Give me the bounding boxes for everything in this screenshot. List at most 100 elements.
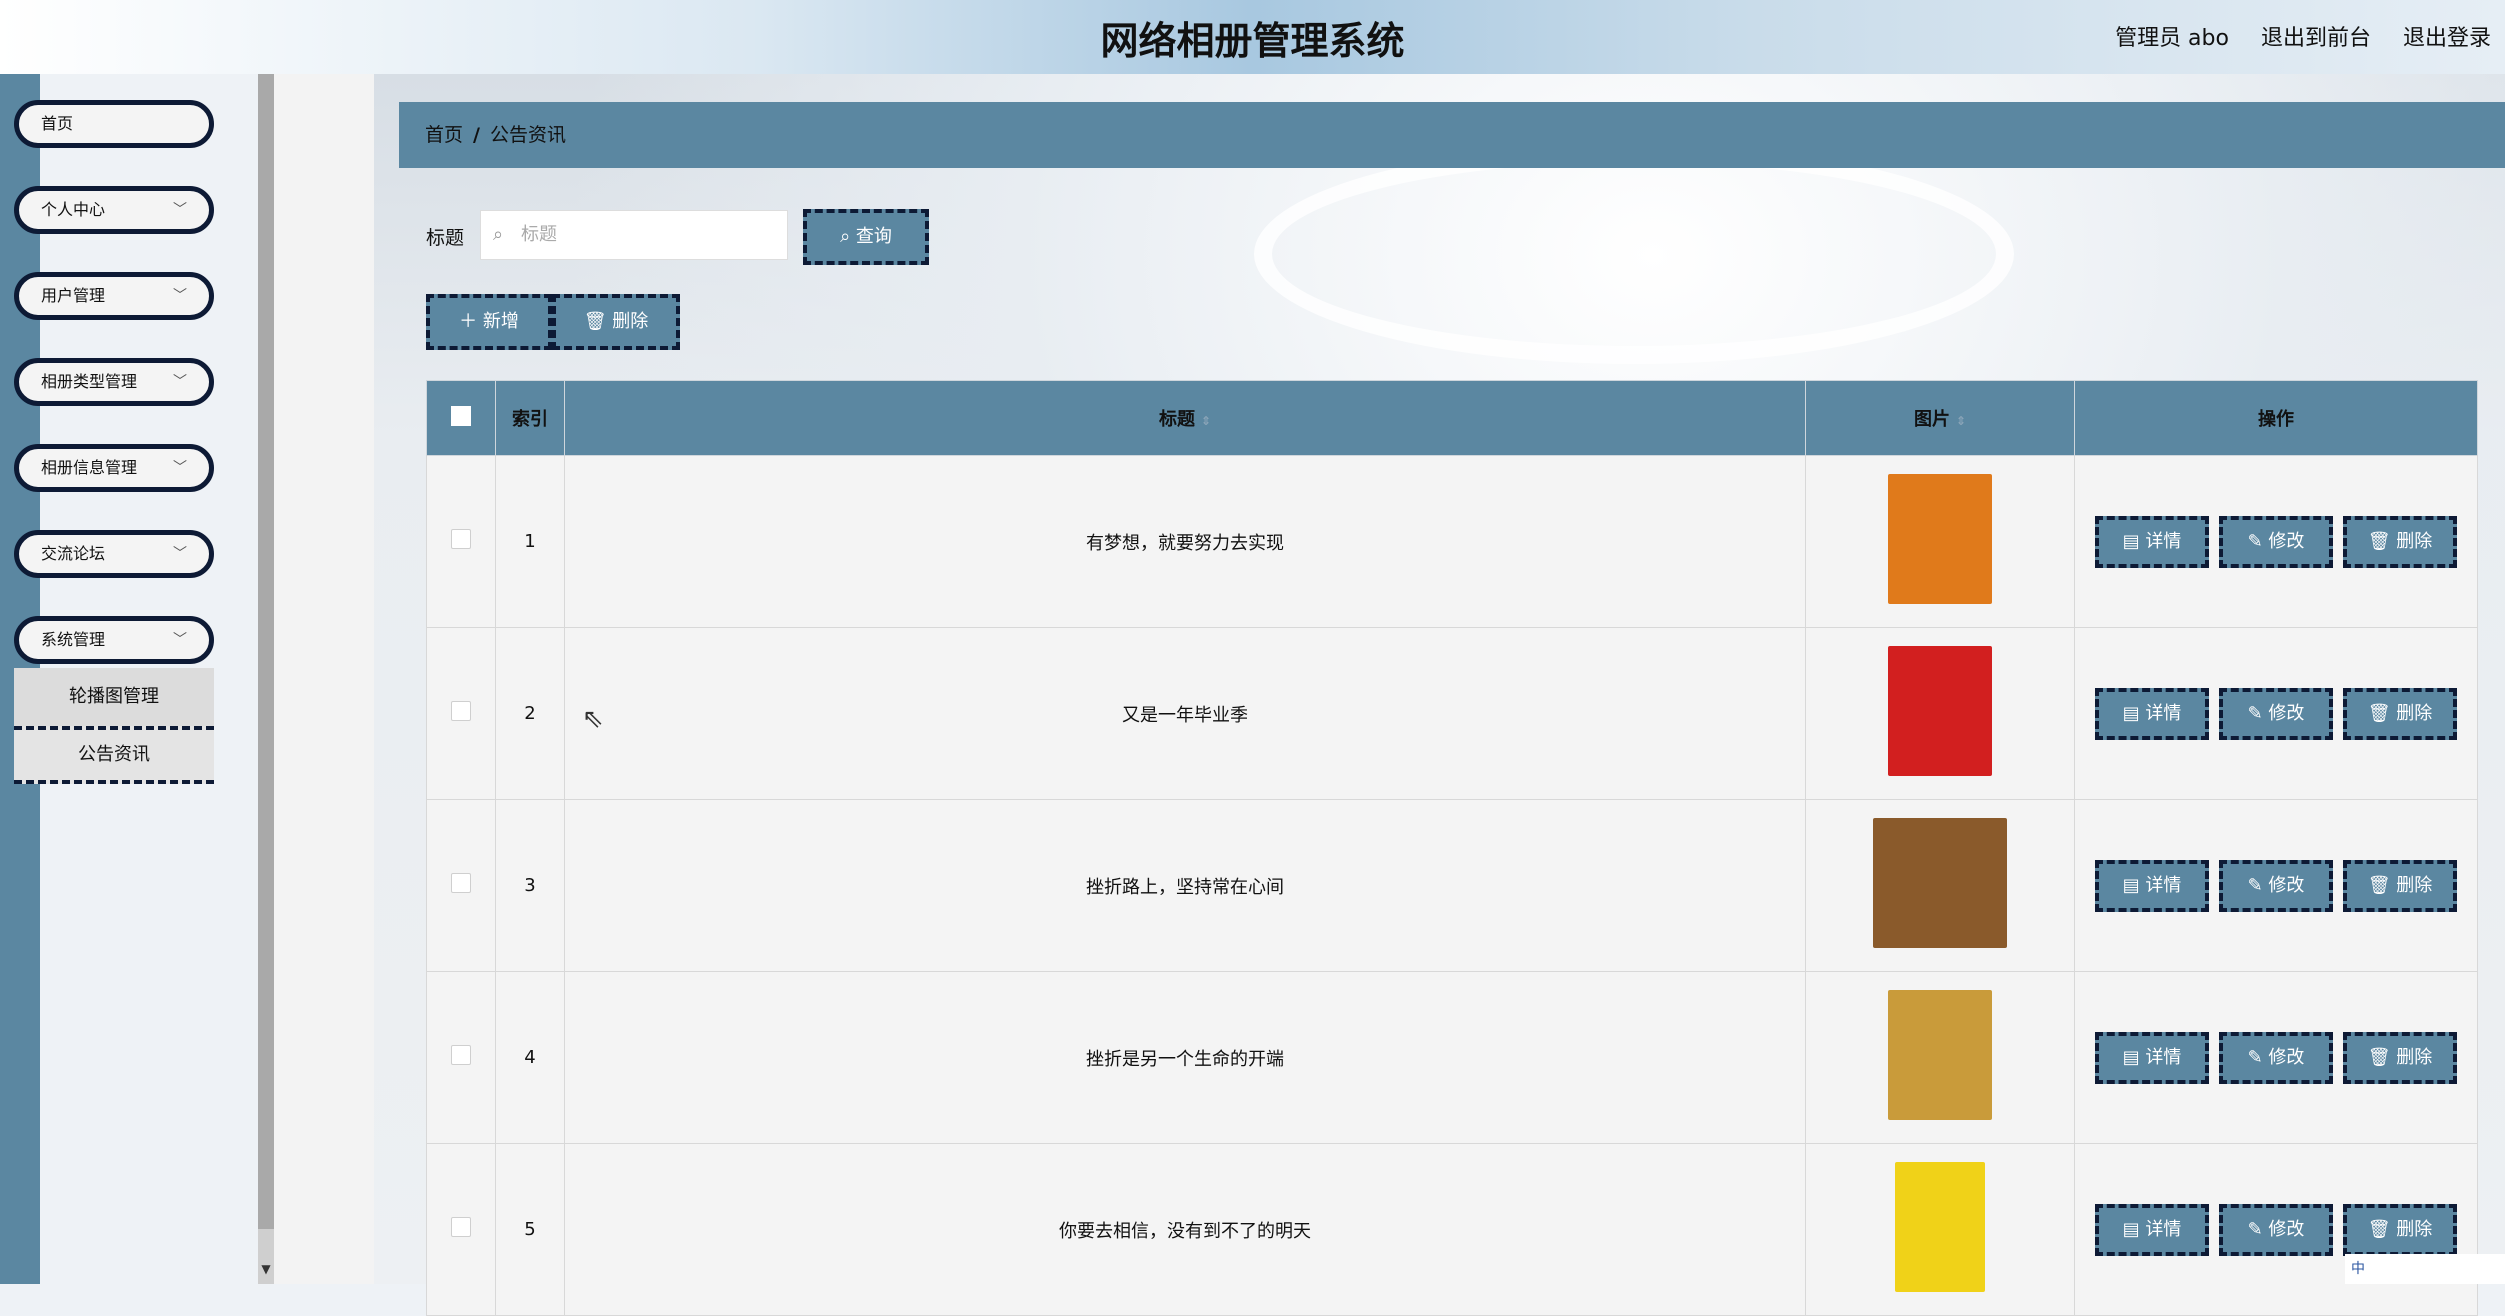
delete-button[interactable]: 🗑 删除 (2343, 1203, 2457, 1256)
chevron-down-icon: ﹀ (173, 288, 187, 304)
row-ops: ▤ 详情 ✎ 修改 🗑 删除 (2074, 455, 2478, 628)
sidebar-item-album-type-management[interactable]: 相册类型管理 ﹀ (14, 358, 214, 406)
delete-button[interactable]: 🗑 删除 (2343, 859, 2457, 912)
edit-button[interactable]: ✎ 修改 (2219, 1203, 2333, 1256)
table-row: 5 你要去相信，没有到不了的明天 ▤ 详情 ✎ 修改 🗑 删除 (426, 1143, 2478, 1316)
row-thumbnail[interactable] (1895, 1162, 1985, 1292)
delete-button[interactable]: 🗑 删除 (2343, 1031, 2457, 1084)
table-header-row: 索引 标题 ⇕ 图片 ⇕ 操作 (426, 380, 2478, 456)
row-ops: ▤ 详情 ✎ 修改 🗑 删除 (2074, 627, 2478, 800)
edit-label: 修改 (2268, 702, 2305, 724)
delete-label: 删除 (2396, 702, 2433, 724)
search-input[interactable]: ⌕ 标题 (480, 210, 788, 260)
edit-button[interactable]: ✎ 修改 (2219, 687, 2333, 740)
delete-label: 删除 (2396, 1046, 2433, 1068)
edit-button[interactable]: ✎ 修改 (2219, 1031, 2333, 1084)
sidebar-item-label: 相册信息管理 (41, 458, 138, 477)
current-user[interactable]: 管理员 abo (2115, 20, 2229, 52)
sidebar-item-label: 相册类型管理 (41, 372, 138, 391)
row-select-cell (426, 1143, 496, 1316)
sidebar-item-user-management[interactable]: 用户管理 ﹀ (14, 272, 214, 320)
detail-label: 详情 (2145, 1046, 2182, 1068)
edit-label: 修改 (2268, 530, 2305, 552)
row-select-cell (426, 971, 496, 1144)
batch-delete-button[interactable]: 🗑 删除 (552, 294, 680, 350)
row-image-cell (1805, 627, 2075, 800)
row-ops: ▤ 详情 ✎ 修改 🗑 删除 (2074, 799, 2478, 972)
row-image-cell (1805, 971, 2075, 1144)
sort-icon[interactable]: ⇕ (1201, 414, 1211, 428)
sidebar-item-system-management[interactable]: 系统管理 ﹀ (14, 616, 214, 664)
sidebar-item-label: 个人中心 (41, 200, 106, 219)
logout-link[interactable]: 退出登录 (2403, 20, 2491, 52)
delete-label: 删除 (2396, 874, 2433, 896)
table-row: 1 有梦想，就要努力去实现 ▤ 详情 ✎ 修改 🗑 删除 (426, 455, 2478, 628)
sidebar-scroll-thumb[interactable] (258, 74, 274, 1229)
detail-button[interactable]: ▤ 详情 (2095, 515, 2209, 568)
delete-button[interactable]: 🗑 删除 (2343, 687, 2457, 740)
sidebar-item-forum[interactable]: 交流论坛 ﹀ (14, 530, 214, 578)
row-checkbox[interactable] (451, 873, 471, 893)
row-image-cell (1805, 455, 2075, 628)
sidebar-subitem-announcements[interactable]: 公告资讯 (14, 726, 214, 784)
sidebar-item-album-info-management[interactable]: 相册信息管理 ﹀ (14, 444, 214, 492)
scroll-down-arrow-icon[interactable]: ▼ (258, 1262, 274, 1284)
edit-button[interactable]: ✎ 修改 (2219, 859, 2333, 912)
add-button[interactable]: ＋ 新增 (426, 294, 552, 350)
breadcrumb-home[interactable]: 首页 (425, 124, 463, 146)
query-button[interactable]: ⌕ 查询 (803, 209, 929, 265)
row-thumbnail[interactable] (1888, 646, 1992, 776)
add-button-label: 新增 (482, 311, 519, 332)
chevron-down-icon: ﹀ (173, 202, 187, 218)
row-select-cell (426, 799, 496, 972)
chevron-down-icon: ﹀ (173, 460, 187, 476)
detail-button[interactable]: ▤ 详情 (2095, 1203, 2209, 1256)
row-select-cell (426, 455, 496, 628)
sidebar-item-home[interactable]: 首页 (14, 100, 214, 148)
edit-label: 修改 (2268, 1218, 2305, 1240)
row-ops: ▤ 详情 ✎ 修改 🗑 删除 (2074, 971, 2478, 1144)
column-image[interactable]: 图片 ⇕ (1805, 380, 2075, 456)
sidebar-item-personal-center[interactable]: 个人中心 ﹀ (14, 186, 214, 234)
sidebar-item-label: 交流论坛 (41, 544, 106, 563)
search-label: 标题 (426, 227, 465, 249)
row-checkbox[interactable] (451, 529, 471, 549)
row-checkbox[interactable] (451, 1045, 471, 1065)
row-checkbox[interactable] (451, 701, 471, 721)
top-links: 管理员 abo 退出到前台 退出登录 (2115, 20, 2491, 52)
row-title: 你要去相信，没有到不了的明天 (564, 1143, 1806, 1316)
row-title: 有梦想，就要努力去实现 (564, 455, 1806, 628)
edit-label: 修改 (2268, 874, 2305, 896)
top-bar: 网络相册管理系统 管理员 abo 退出到前台 退出登录 (0, 0, 2505, 74)
select-all-checkbox[interactable] (451, 405, 471, 426)
delete-button[interactable]: 🗑 删除 (2343, 515, 2457, 568)
row-thumbnail[interactable] (1888, 474, 1992, 604)
announcement-table: 索引 标题 ⇕ 图片 ⇕ 操作 1 有梦想，就要努力去实现 ▤ 详情 ✎ 修改 🗑 … (426, 380, 2478, 1316)
row-thumbnail[interactable] (1873, 818, 2007, 948)
breadcrumb-current: 公告资讯 (489, 124, 566, 146)
sort-icon[interactable]: ⇕ (1956, 414, 1966, 428)
ime-toolbar[interactable]: 中 (2345, 1254, 2505, 1284)
delete-label: 删除 (2396, 530, 2433, 552)
front-link[interactable]: 退出到前台 (2261, 20, 2371, 52)
row-image-cell (1805, 799, 2075, 972)
row-checkbox[interactable] (451, 1217, 471, 1237)
row-index: 1 (495, 455, 565, 628)
edit-label: 修改 (2268, 1046, 2305, 1068)
delete-label: 删除 (2396, 1218, 2433, 1240)
detail-button[interactable]: ▤ 详情 (2095, 859, 2209, 912)
sidebar-item-label: 系统管理 (41, 630, 106, 649)
row-index: 3 (495, 799, 565, 972)
breadcrumb-separator: / (473, 124, 480, 146)
table-row: 2 又是一年毕业季 ▤ 详情 ✎ 修改 🗑 删除 (426, 627, 2478, 800)
column-title-label: 标题 (1158, 409, 1195, 430)
gap-column (274, 74, 374, 1284)
row-thumbnail[interactable] (1888, 990, 1992, 1120)
ime-mode[interactable]: 中 (2351, 1261, 2365, 1277)
edit-button[interactable]: ✎ 修改 (2219, 515, 2333, 568)
detail-button[interactable]: ▤ 详情 (2095, 1031, 2209, 1084)
detail-button[interactable]: ▤ 详情 (2095, 687, 2209, 740)
table-row: 3 挫折路上，坚持常在心间 ▤ 详情 ✎ 修改 🗑 删除 (426, 799, 2478, 972)
column-title[interactable]: 标题 ⇕ (564, 380, 1806, 456)
sidebar-subitem-carousel[interactable]: 轮播图管理 (14, 668, 214, 726)
